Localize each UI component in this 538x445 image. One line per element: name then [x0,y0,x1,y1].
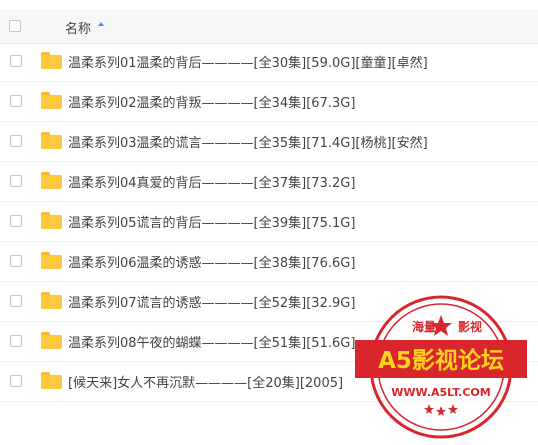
list-item[interactable]: 温柔系列06温柔的诱惑————[全38集][76.6G] [0,241,538,282]
file-name[interactable]: 温柔系列03温柔的谎言————[全35集][71.4G][杨桃][安然] [68,132,428,151]
name-column-header[interactable]: 名称 [65,18,91,37]
list-item[interactable]: 温柔系列03温柔的谎言————[全35集][71.4G][杨桃][安然] [0,121,538,162]
folder-icon [41,212,62,229]
folder-icon [41,332,62,349]
list-item[interactable]: 温柔系列07谎言的诱惑————[全52集][32.9G] [0,281,538,322]
list-item[interactable]: 温柔系列04真爱的背后————[全37集][73.2G] [0,161,538,202]
file-name[interactable]: 温柔系列04真爱的背后————[全37集][73.2G] [68,172,355,191]
row-checkbox[interactable] [10,215,22,227]
file-name[interactable]: 温柔系列01温柔的背后————[全30集][59.0G][童童][卓然] [68,52,428,71]
list-item[interactable]: 温柔系列01温柔的背后————[全30集][59.0G][童童][卓然] [0,41,538,82]
row-checkbox[interactable] [10,335,22,347]
list-item[interactable]: [候天来]女人不再沉默————[全20集][2005] [0,361,538,402]
folder-icon [41,52,62,69]
row-checkbox[interactable] [10,375,22,387]
file-name[interactable]: 温柔系列06温柔的诱惑————[全38集][76.6G] [68,252,355,271]
file-name[interactable]: 温柔系列07谎言的诱惑————[全52集][32.9G] [68,292,355,311]
folder-icon [41,252,62,269]
row-checkbox[interactable] [10,135,22,147]
sort-ascending-icon[interactable] [98,22,104,26]
row-checkbox[interactable] [10,55,22,67]
file-list-header: 名称 [0,9,538,44]
folder-icon [41,172,62,189]
row-checkbox[interactable] [10,295,22,307]
file-name[interactable]: [候天来]女人不再沉默————[全20集][2005] [68,372,343,391]
row-checkbox[interactable] [10,95,22,107]
folder-icon [41,92,62,109]
list-item[interactable]: 温柔系列05谎言的背后————[全39集][75.1G] [0,201,538,242]
stamp-bottom-stars-icon [424,404,458,416]
folder-icon [41,132,62,149]
select-all-checkbox[interactable] [9,20,21,32]
row-checkbox[interactable] [10,175,22,187]
folder-icon [41,372,62,389]
file-name[interactable]: 温柔系列02温柔的背叛————[全34集][67.3G] [68,92,355,111]
list-item[interactable]: 温柔系列08午夜的蝴蝶————[全51集][51.6G] [0,321,538,362]
file-name[interactable]: 温柔系列08午夜的蝴蝶————[全51集][51.6G] [68,332,355,351]
list-item[interactable]: 温柔系列02温柔的背叛————[全34集][67.3G] [0,81,538,122]
file-name[interactable]: 温柔系列05谎言的背后————[全39集][75.1G] [68,212,355,231]
row-checkbox[interactable] [10,255,22,267]
folder-icon [41,292,62,309]
